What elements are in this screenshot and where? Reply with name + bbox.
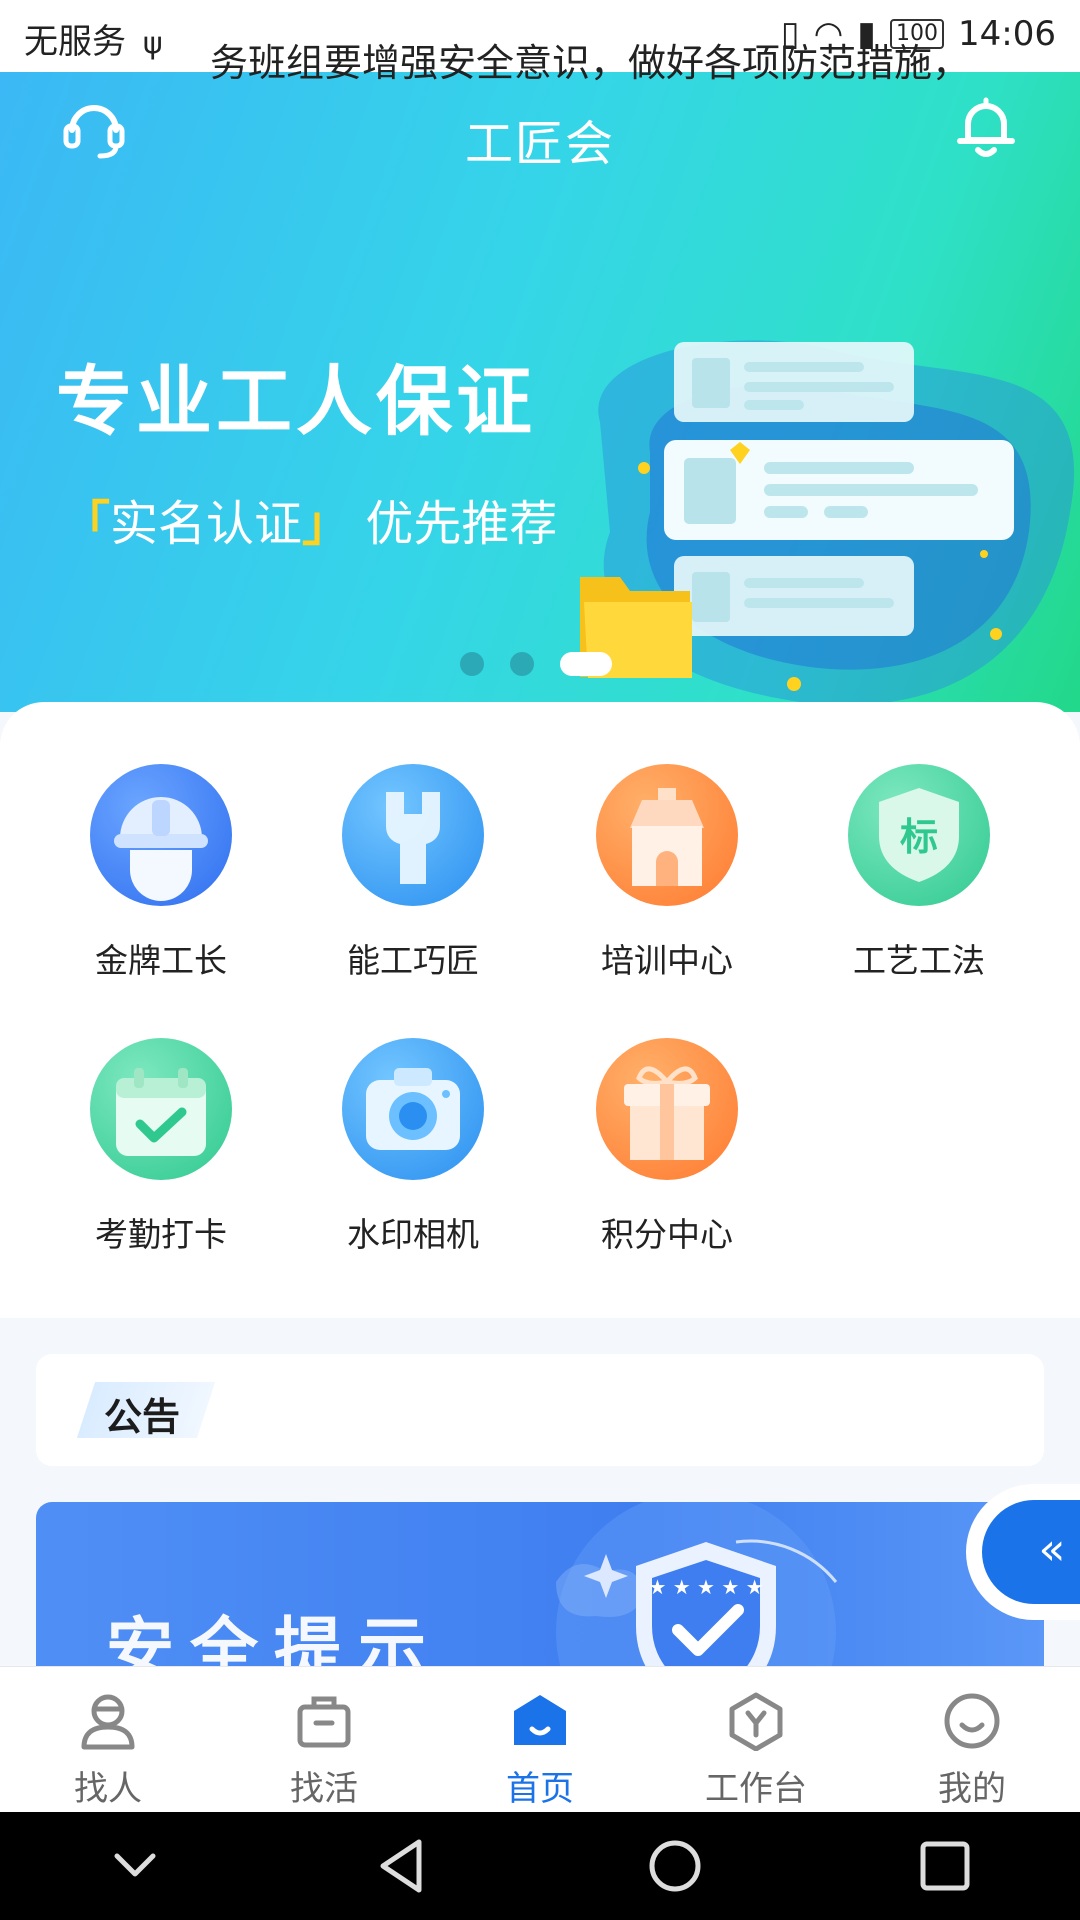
camera-icon	[342, 1038, 484, 1180]
carousel-dot-active[interactable]	[560, 652, 612, 676]
bottom-tab-bar: 找人 找活 首页 工作台 我的	[0, 1666, 1080, 1813]
banner-illustration	[580, 340, 1075, 706]
home-circle-icon[interactable]	[639, 1830, 711, 1902]
shield-icon-text: 标	[900, 815, 938, 859]
menu-item-gold-foreman[interactable]: 金牌工长	[46, 764, 276, 982]
carousel-dot[interactable]	[460, 652, 484, 676]
notice-text: 务班组要增强安全意识，做好各项防范措施，	[210, 41, 971, 85]
app-title: 工匠会	[464, 116, 615, 172]
workbench-icon	[729, 1692, 783, 1752]
tab-find-people[interactable]: 找人	[0, 1667, 216, 1813]
banner-subtitle-highlight: 实名认证	[110, 496, 303, 552]
system-navigation-bar	[0, 1812, 1080, 1920]
menu-label: 工艺工法	[853, 941, 985, 980]
tab-label: 工作台	[705, 1769, 807, 1809]
svg-text:★ ★ ★ ★ ★: ★ ★ ★ ★ ★	[648, 1575, 763, 1599]
menu-item-points-center[interactable]: 积分中心	[552, 1038, 782, 1256]
tab-label: 找人	[74, 1769, 142, 1809]
menu-item-skilled-craftsman[interactable]: 能工巧匠	[298, 764, 528, 982]
double-chevron-left-icon: «	[1038, 1524, 1066, 1575]
carrier-label: 无服务	[24, 22, 126, 62]
bracket-close-icon: 」	[302, 496, 351, 552]
menu-label: 金牌工长	[95, 941, 227, 980]
back-triangle-icon[interactable]	[369, 1830, 441, 1902]
menu-item-craft-method[interactable]: 标 工艺工法	[804, 764, 1034, 982]
time-label: 14:06	[958, 14, 1056, 54]
menu-item-training-center[interactable]: 培训中心	[552, 764, 782, 982]
tab-label: 找活	[290, 1769, 358, 1809]
bracket-open-icon: 「	[62, 496, 111, 552]
banner-subtitle: 「实名认证」 优先推荐	[62, 484, 557, 554]
menu-label: 能工巧匠	[347, 941, 479, 980]
home-icon	[514, 1695, 566, 1745]
menu-item-attendance[interactable]: 考勤打卡	[46, 1038, 276, 1256]
tab-home[interactable]: 首页	[432, 1667, 648, 1813]
calendar-check-icon	[90, 1038, 232, 1180]
tab-label: 我的	[938, 1769, 1006, 1809]
tab-find-work[interactable]: 找活	[216, 1667, 432, 1813]
banner-subtitle-rest: 优先推荐	[365, 496, 558, 552]
carousel-dot[interactable]	[510, 652, 534, 676]
notice-tag: 公告	[104, 1395, 181, 1439]
recents-square-icon[interactable]	[909, 1830, 981, 1902]
carousel-indicator	[460, 652, 612, 676]
banner-title: 专业工人保证	[56, 357, 536, 446]
house-icon	[596, 764, 738, 906]
tab-label: 首页	[506, 1769, 574, 1809]
briefcase-icon	[297, 1696, 351, 1748]
menu-label: 积分中心	[601, 1215, 733, 1254]
gift-icon	[596, 1038, 738, 1180]
menu-item-watermark-camera[interactable]: 水印相机	[298, 1038, 528, 1256]
helmet-icon	[90, 764, 232, 906]
chevron-down-icon[interactable]	[99, 1830, 171, 1902]
carrier-status: 无服务 ψ	[24, 14, 163, 63]
person-icon	[81, 1694, 135, 1750]
usb-icon: ψ	[142, 26, 163, 61]
menu-label: 考勤打卡	[95, 1215, 227, 1254]
wrench-icon	[342, 764, 484, 906]
tab-mine[interactable]: 我的	[864, 1667, 1080, 1813]
tab-workbench[interactable]: 工作台	[648, 1667, 864, 1813]
bell-icon[interactable]	[954, 94, 1018, 160]
expand-panel-button[interactable]: «	[982, 1500, 1080, 1604]
standard-shield-icon: 标	[848, 764, 990, 906]
smile-icon	[944, 1693, 1000, 1749]
menu-label: 水印相机	[347, 1215, 479, 1254]
menu-label: 培训中心	[601, 941, 733, 980]
